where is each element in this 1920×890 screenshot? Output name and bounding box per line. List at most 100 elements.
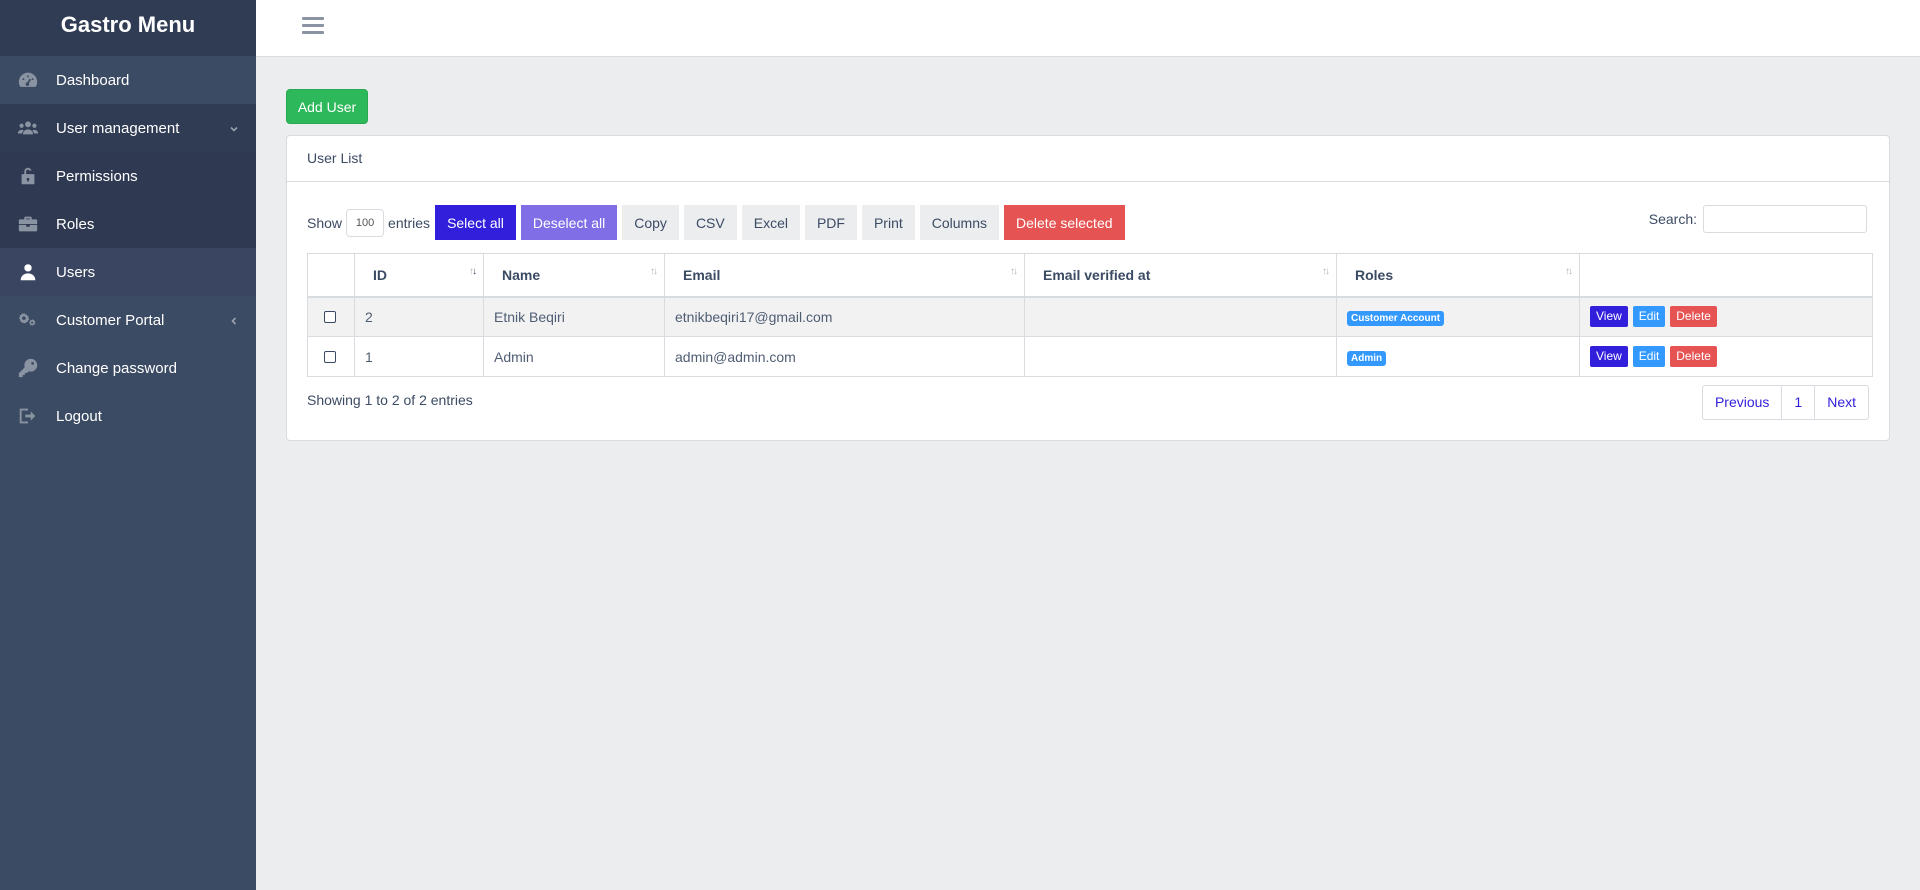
cell-email-verified [1024, 336, 1337, 377]
cell-actions: View Edit Delete [1579, 296, 1873, 337]
sidebar-item-label: Dashboard [56, 71, 130, 89]
cell-name: Admin [483, 336, 665, 377]
cell-email: admin@admin.com [664, 336, 1025, 377]
delete-button[interactable]: Delete [1670, 346, 1717, 367]
col-roles-label: Roles [1355, 266, 1394, 283]
sidebar-item-users[interactable]: Users [0, 248, 256, 296]
delete-button[interactable]: Delete [1670, 306, 1717, 328]
columns-button[interactable]: Columns [919, 205, 1000, 240]
sidebar-nav: Dashboard User management Permissions Ro… [0, 56, 256, 440]
top-header [256, 0, 1920, 57]
key-icon [0, 357, 56, 379]
sidebar-item-customer-portal[interactable]: Customer Portal [0, 296, 256, 344]
sort-icon: ↑↓ [650, 266, 658, 277]
sidebar-item-dashboard[interactable]: Dashboard [0, 56, 256, 104]
table-toolbar: Show 100 entries Select all Deselect all… [307, 205, 1125, 240]
cell-id: 2 [354, 296, 484, 337]
select-all-button[interactable]: Select all [435, 205, 516, 240]
row-checkbox[interactable] [324, 350, 336, 363]
sort-desc-icon: ↑↓ [469, 266, 477, 277]
page-length-value: 100 [355, 216, 375, 229]
chevron-down-icon [228, 122, 240, 134]
pdf-button[interactable]: PDF [804, 205, 857, 240]
col-email-verified-label: Email verified at [1043, 266, 1151, 283]
view-button[interactable]: View [1590, 346, 1628, 367]
users-table: ID ↑↓ Name ↑↓ Email ↑↓ Email verified at… [307, 253, 1873, 377]
brand-logo[interactable]: Gastro Menu [0, 0, 256, 56]
settings-icon [0, 309, 56, 331]
row-select-cell [307, 296, 355, 337]
sidebar-item-label: User management [56, 119, 180, 137]
col-roles[interactable]: Roles ↑↓ [1336, 253, 1580, 298]
col-id-label: ID [373, 266, 387, 283]
cell-actions: View Edit Delete [1579, 336, 1873, 377]
sidebar-item-change-password[interactable]: Change password [0, 344, 256, 392]
pagination: Previous 1 Next [1701, 385, 1869, 420]
role-badge: Admin [1347, 350, 1387, 366]
user-list-card: User List Show 100 entries Select all De… [286, 135, 1890, 441]
table-info: Showing 1 to 2 of 2 entries [307, 392, 473, 408]
add-user-button[interactable]: Add User [286, 89, 368, 124]
sidebar-item-label: Users [56, 263, 96, 281]
people-icon [0, 117, 56, 139]
sidebar-item-permissions[interactable]: Permissions [0, 152, 256, 200]
excel-button[interactable]: Excel [741, 205, 800, 240]
col-select [307, 253, 355, 298]
row-checkbox[interactable] [324, 310, 336, 323]
cell-email: etnikbeqiri17@gmail.com [664, 296, 1025, 337]
cell-name: Etnik Beqiri [483, 296, 665, 337]
edit-button[interactable]: Edit [1632, 306, 1666, 328]
col-email-label: Email [683, 266, 721, 283]
delete-selected-button[interactable]: Delete selected [1004, 205, 1125, 240]
sidebar-item-roles[interactable]: Roles [0, 200, 256, 248]
page-length-select[interactable]: 100 [346, 208, 385, 237]
col-email[interactable]: Email ↑↓ [664, 253, 1025, 298]
sidebar-item-label: Customer Portal [56, 311, 165, 329]
edit-button[interactable]: Edit [1632, 346, 1666, 367]
view-button[interactable]: View [1590, 306, 1628, 328]
deselect-all-button[interactable]: Deselect all [520, 205, 618, 240]
pagination-page-1[interactable]: 1 [1781, 386, 1814, 419]
user-icon [0, 261, 56, 283]
col-actions [1579, 253, 1873, 298]
row-select-cell [307, 336, 355, 377]
menu-toggle-icon[interactable] [302, 17, 324, 39]
chevron-left-icon [228, 314, 240, 326]
cell-roles: Customer Account [1336, 296, 1580, 337]
pagination-previous[interactable]: Previous [1703, 386, 1781, 419]
cell-email-verified [1024, 296, 1337, 337]
sidebar-item-label: Logout [56, 407, 102, 425]
col-name-label: Name [502, 266, 541, 283]
search-input[interactable] [1703, 205, 1867, 233]
table-header-row: ID ↑↓ Name ↑↓ Email ↑↓ Email verified at… [307, 253, 1873, 298]
sidebar: Gastro Menu Dashboard User management Pe… [0, 0, 256, 890]
sidebar-item-logout[interactable]: Logout [0, 392, 256, 440]
briefcase-icon [0, 213, 56, 235]
pagination-next[interactable]: Next [1814, 386, 1868, 419]
sort-icon: ↑↓ [1322, 266, 1330, 277]
search-label: Search: [1648, 211, 1697, 227]
col-name[interactable]: Name ↑↓ [483, 253, 665, 298]
table-row: 2 Etnik Beqiri etnikbeqiri17@gmail.com C… [307, 296, 1873, 337]
copy-button[interactable]: Copy [622, 205, 679, 240]
sort-icon: ↑↓ [1010, 266, 1018, 277]
table-row: 1 Admin admin@admin.com Admin View Edit … [307, 336, 1873, 377]
sort-icon: ↑↓ [1565, 266, 1573, 277]
sidebar-item-label: Roles [56, 215, 95, 233]
print-button[interactable]: Print [861, 205, 915, 240]
cell-roles: Admin [1336, 336, 1580, 377]
show-label: Show [307, 214, 343, 231]
card-title: User List [287, 136, 1889, 182]
account-logout-icon [0, 405, 56, 427]
lock-unlocked-icon [0, 165, 56, 187]
col-email-verified[interactable]: Email verified at ↑↓ [1024, 253, 1337, 298]
sidebar-item-label: Permissions [56, 167, 138, 185]
col-id[interactable]: ID ↑↓ [354, 253, 484, 298]
speedometer-icon [0, 69, 56, 91]
cell-id: 1 [354, 336, 484, 377]
entries-label: entries [388, 214, 431, 231]
role-badge: Customer Account [1347, 310, 1445, 326]
search-box: Search: [1649, 205, 1867, 233]
sidebar-item-user-management[interactable]: User management [0, 104, 256, 152]
csv-button[interactable]: CSV [683, 205, 737, 240]
